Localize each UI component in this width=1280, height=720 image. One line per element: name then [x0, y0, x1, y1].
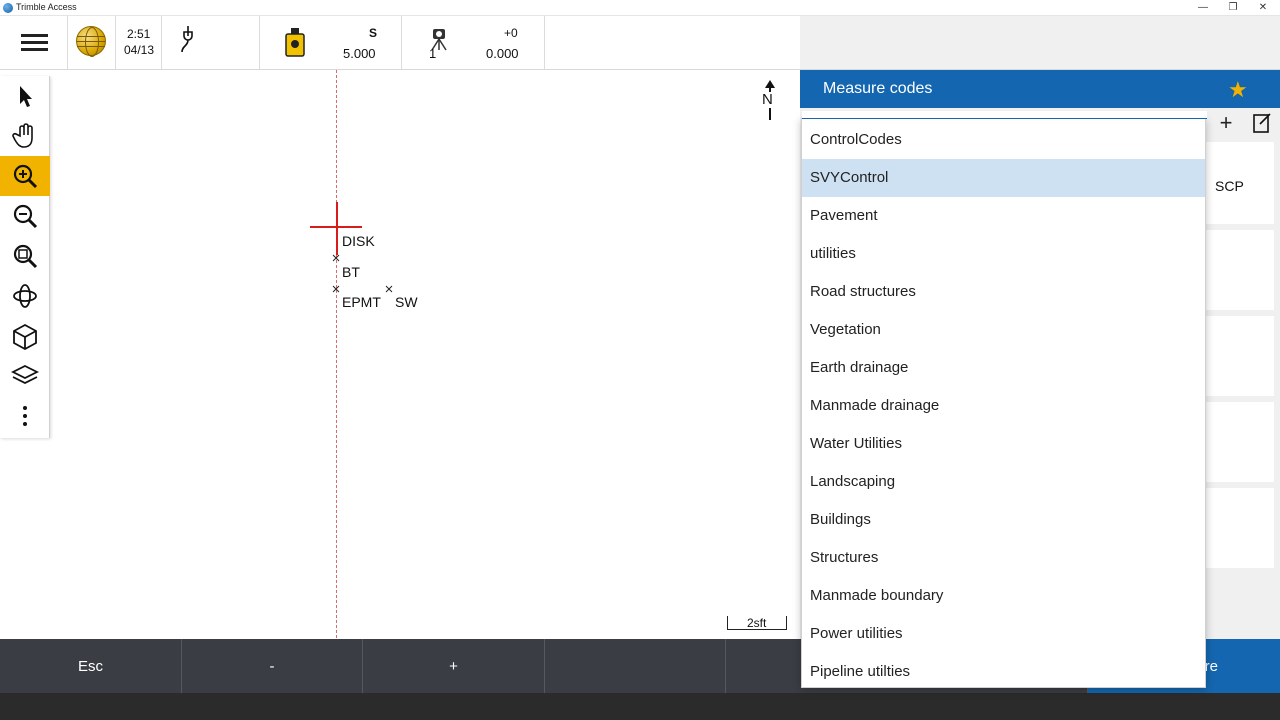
offset-label: +0: [504, 26, 518, 40]
add-code-button[interactable]: +: [1208, 108, 1244, 140]
app-logo-icon: [3, 3, 13, 13]
code-button-empty[interactable]: [1206, 316, 1274, 396]
job-status-button[interactable]: [68, 16, 116, 69]
zoom-in-tool-button[interactable]: [0, 156, 50, 196]
target-status[interactable]: S 5.000: [260, 16, 402, 69]
map-view[interactable]: DISK BT EPMT SW N 2sft: [0, 70, 800, 638]
code-group-dropdown[interactable]: ControlCodes SVYControl Pavement utiliti…: [801, 111, 1207, 691]
globe-icon: [76, 26, 106, 57]
pan-icon: [12, 123, 33, 148]
status-bar-filler: [800, 16, 1280, 69]
taskbar: [0, 693, 1280, 720]
point-label-sw[interactable]: SW: [395, 294, 418, 310]
dropdown-item[interactable]: Manmade boundary: [802, 577, 1205, 615]
select-tool-button[interactable]: [0, 76, 50, 116]
select-icon: [20, 86, 32, 107]
window-title: Trimble Access: [16, 2, 77, 12]
point-label-epmt[interactable]: EPMT: [342, 294, 381, 310]
datetime-display: 2:51 04/13: [116, 16, 162, 69]
dropdown-item[interactable]: Buildings: [802, 501, 1205, 539]
restore-button[interactable]: ❐: [1218, 0, 1248, 16]
face-indicator: 1: [429, 46, 437, 61]
north-label: N: [762, 91, 773, 108]
zoom-out-icon: [13, 204, 38, 229]
instrument-status[interactable]: 1 +0 0.000: [402, 16, 545, 69]
dropdown-item[interactable]: Road structures: [802, 273, 1205, 311]
dropdown-item[interactable]: Structures: [802, 539, 1205, 577]
offset-value: 0.000: [486, 46, 519, 61]
code-button-empty[interactable]: [1206, 488, 1274, 568]
target-label: S: [369, 26, 378, 40]
crosshair-icon: [310, 202, 362, 255]
dropdown-field[interactable]: [802, 111, 1207, 119]
point-label-disk[interactable]: DISK: [342, 233, 375, 249]
dropdown-item[interactable]: Water Utilities: [802, 425, 1205, 463]
zoom-out-tool-button[interactable]: [0, 196, 50, 236]
orbit-tool-button[interactable]: [0, 276, 50, 316]
code-button-empty[interactable]: [1206, 230, 1274, 310]
zoom-extents-tool-button[interactable]: [0, 236, 50, 276]
minus-button[interactable]: -: [182, 639, 363, 693]
prism-target-icon: [284, 26, 306, 58]
dropdown-item-selected[interactable]: SVYControl: [802, 159, 1205, 197]
esc-button[interactable]: Esc: [0, 639, 182, 693]
power-plug-icon: [181, 26, 193, 53]
code-button-label: SCP: [1215, 178, 1244, 194]
dropdown-item[interactable]: Pavement: [802, 197, 1205, 235]
panel-header: Measure codes ★: [800, 70, 1280, 108]
dropdown-item[interactable]: utilities: [802, 235, 1205, 273]
plus-button[interactable]: +: [363, 639, 545, 693]
menu-icon: [21, 34, 48, 37]
point-label-bt[interactable]: BT: [342, 264, 360, 280]
time-text: 2:51: [127, 27, 151, 41]
zoom-extents-icon: [13, 244, 38, 269]
map-toolbar: [0, 76, 50, 438]
dropdown-item[interactable]: ControlCodes: [802, 121, 1205, 159]
view-3d-icon: [13, 323, 37, 350]
dropdown-item[interactable]: Landscaping: [802, 463, 1205, 501]
scale-text: 2sft: [747, 616, 767, 630]
more-icon: [23, 406, 27, 426]
layers-tool-button[interactable]: [0, 356, 50, 396]
dropdown-item[interactable]: Earth drainage: [802, 349, 1205, 387]
target-height: 5.000: [343, 46, 376, 61]
dropdown-item[interactable]: Manmade drainage: [802, 387, 1205, 425]
favorite-star-icon[interactable]: ★: [1228, 77, 1248, 103]
edit-sheet-icon: [1253, 113, 1271, 133]
dropdown-item[interactable]: Vegetation: [802, 311, 1205, 349]
date-text: 04/13: [124, 43, 155, 57]
softkey-empty[interactable]: [545, 639, 726, 693]
minimize-button[interactable]: —: [1188, 0, 1218, 16]
pan-tool-button[interactable]: [0, 116, 50, 156]
dropdown-item[interactable]: Power utilities: [802, 615, 1205, 653]
orbit-icon: [13, 284, 37, 308]
view-3d-tool-button[interactable]: [0, 316, 50, 356]
edit-group-button[interactable]: [1244, 108, 1280, 140]
status-bar: 2:51 04/13 S 5.000 1 +0 0.000: [0, 16, 1280, 70]
power-status[interactable]: [162, 16, 260, 69]
more-tools-button[interactable]: [0, 396, 50, 436]
layers-icon: [11, 364, 39, 385]
dropdown-item[interactable]: Pipeline utilties: [802, 653, 1205, 691]
grid-line: [336, 70, 337, 638]
code-button-empty[interactable]: [1206, 402, 1274, 482]
title-bar: Trimble Access — ❐ ✕: [0, 0, 1280, 16]
code-button-scp[interactable]: SCP: [1206, 142, 1274, 224]
zoom-in-icon: [13, 164, 38, 189]
menu-button[interactable]: [0, 16, 68, 69]
close-button[interactable]: ✕: [1248, 0, 1278, 16]
panel-title: Measure codes: [823, 80, 933, 97]
